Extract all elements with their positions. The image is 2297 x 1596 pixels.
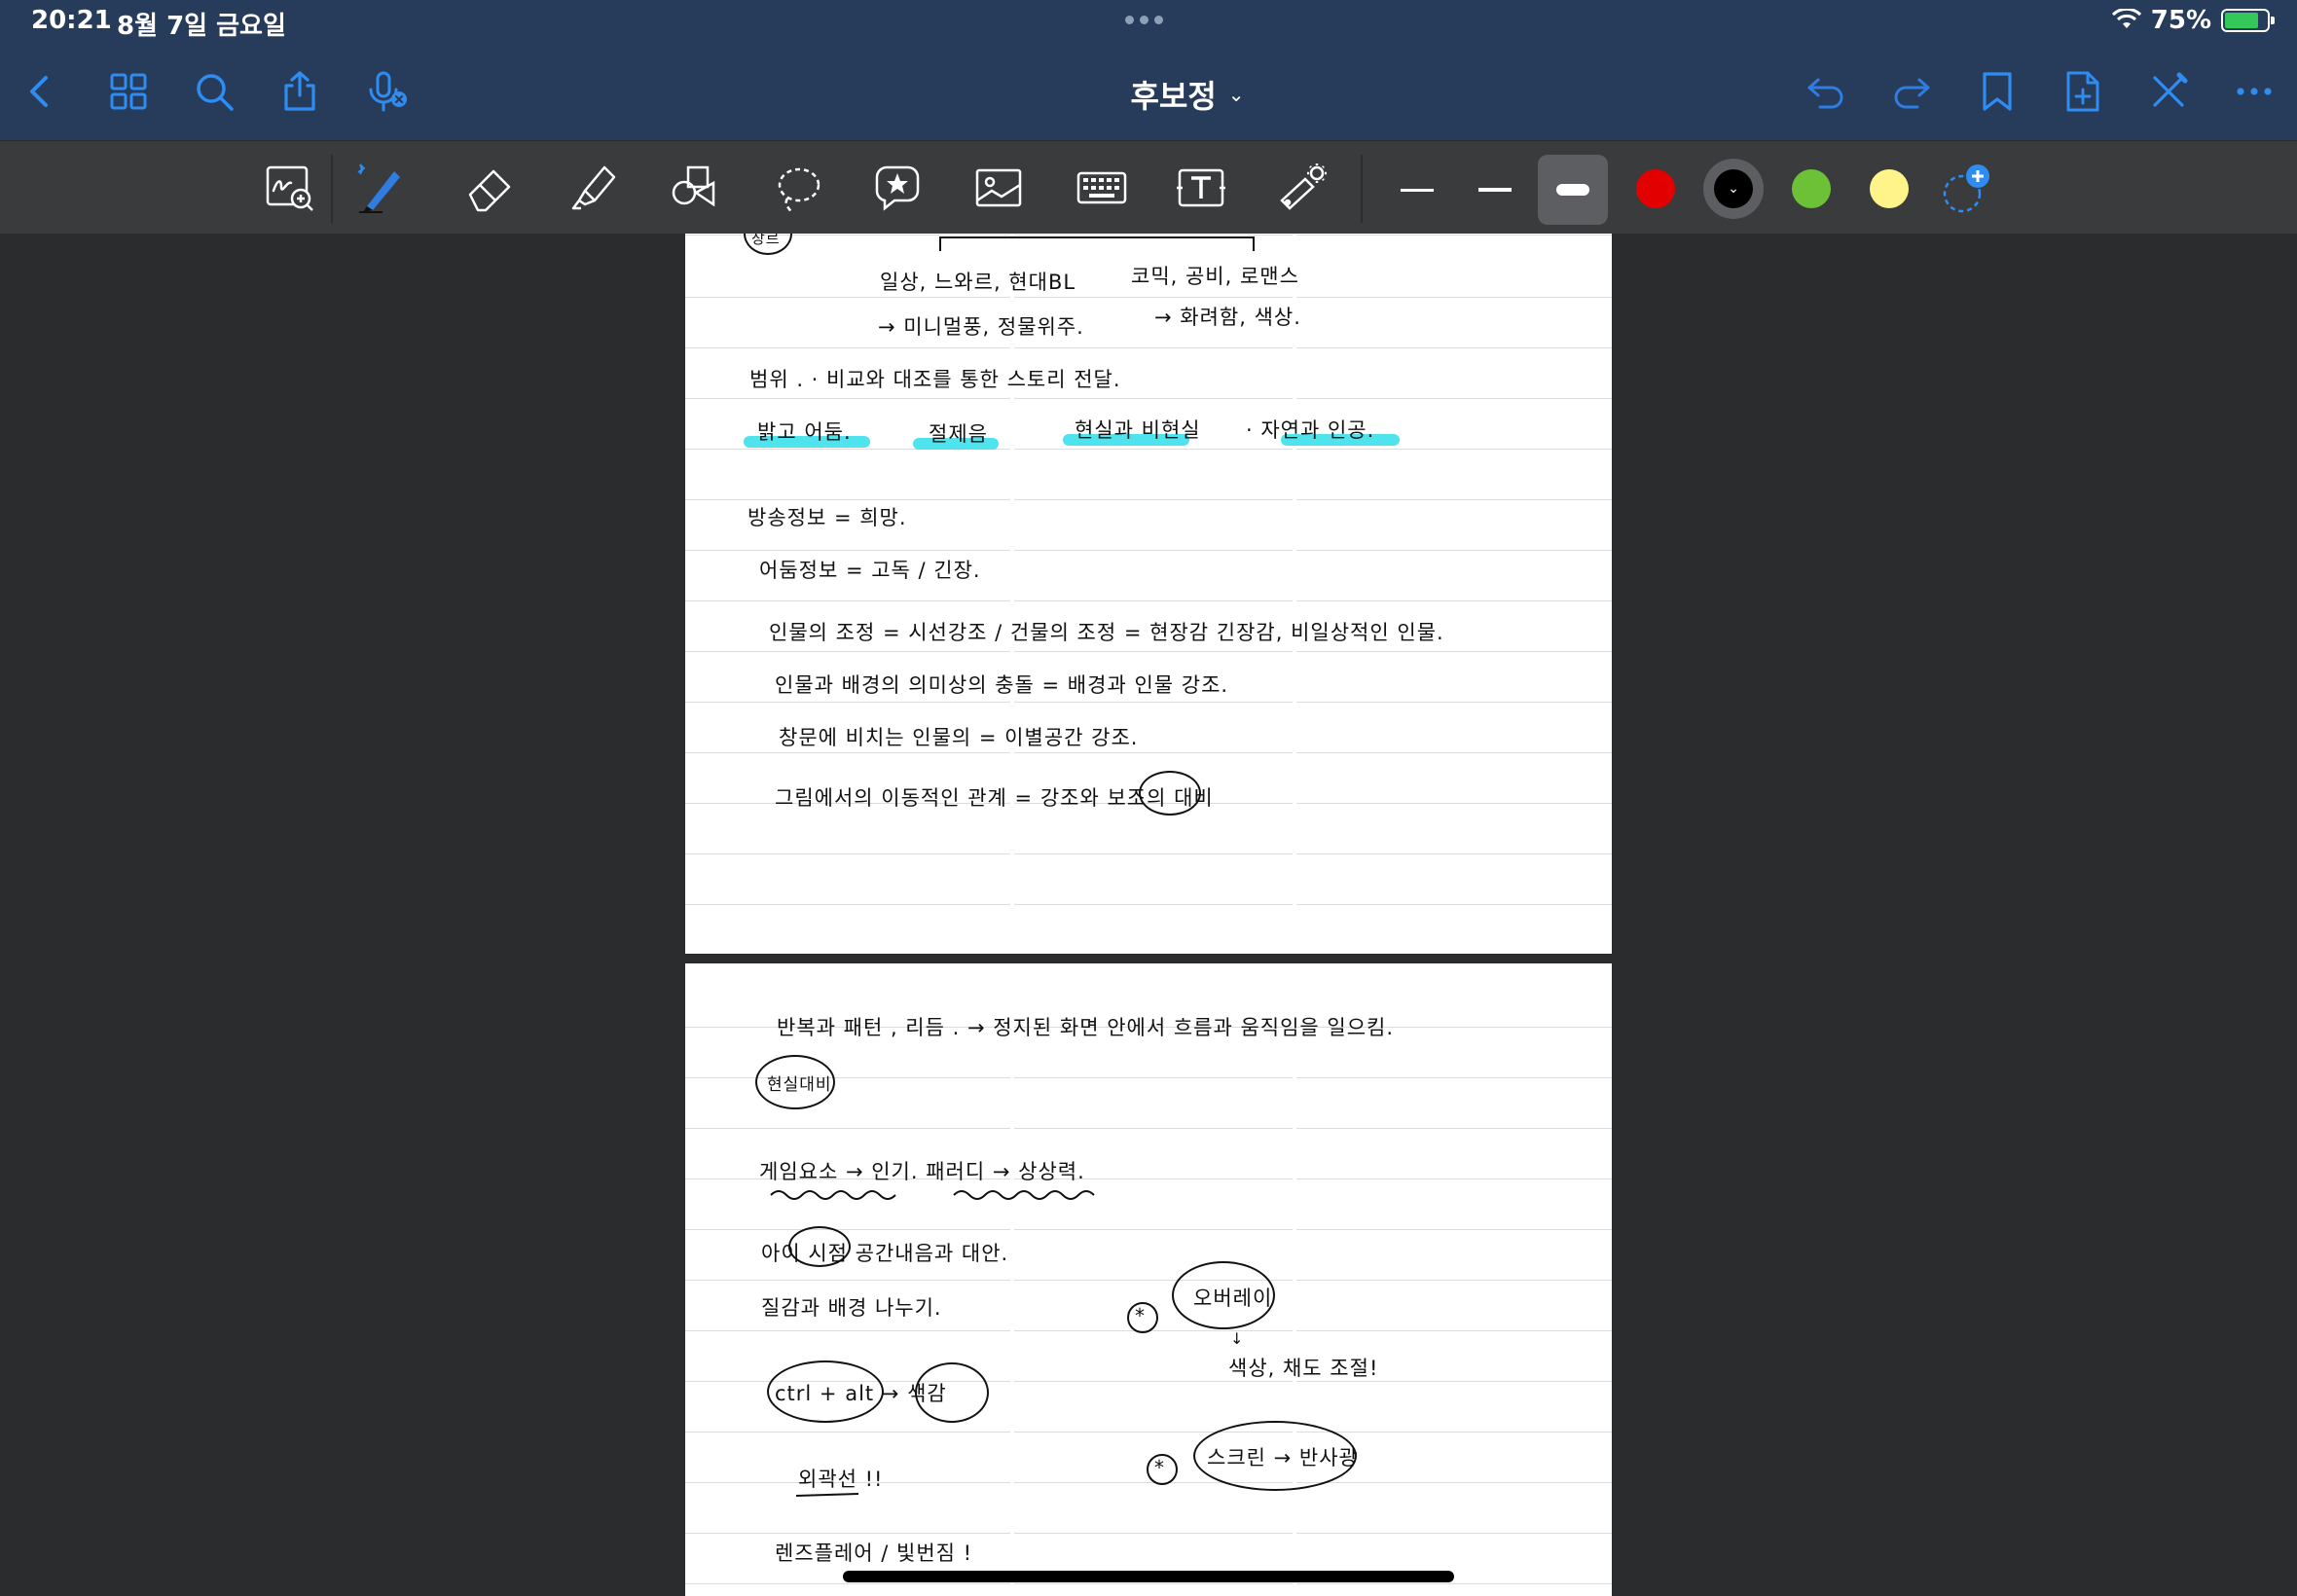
column-gap [1293,234,1296,954]
status-date: 8월 7일 금요일 [117,12,286,41]
arrow-glyph: ↓ [1230,1329,1245,1348]
lasso-icon[interactable] [765,155,831,221]
battery-percent: 75% [2150,6,2211,35]
handwritten-line: 게임요소 → 인기. 패러디 → 상상력. [759,1160,1085,1183]
handwritten-line: 색상, 채도 조절! [1228,1357,1379,1380]
handwritten-line: 방송정보 = 희망. [747,506,907,529]
wifi-icon [2111,9,2141,28]
microphone-icon[interactable] [362,66,413,117]
add-color-icon[interactable] [1937,161,1995,219]
color-swatch-green[interactable] [1781,159,1841,219]
grid-view-icon[interactable] [103,66,154,117]
ruled-lines [685,234,1612,954]
handwritten-line: 인물과 배경의 의미상의 충돌 = 배경과 인물 강조. [775,673,1229,697]
column-gap [1293,963,1296,1596]
drawing-toolbar: ⌄ [0,140,2297,234]
image-icon[interactable] [966,155,1032,221]
shapes-icon[interactable] [662,155,728,221]
color-swatch-black[interactable]: ⌄ [1703,159,1764,219]
handwritten-line: 렌즈플레어 / 빛번짐 ! [775,1542,973,1565]
circled-note [915,1362,989,1423]
handwritten-line: → 미니멀풍, 정물위주. [878,315,1084,339]
handwritten-line: 현실과 비현실 [1075,418,1201,442]
battery-icon [2221,9,2275,32]
back-chevron-icon[interactable] [16,66,66,117]
more-options-icon[interactable] [2229,66,2279,117]
multitasking-dots[interactable] [1125,16,1163,24]
handwritten-line: 스크린 → 반사광 [1207,1446,1359,1469]
status-time: 20:21 [31,6,112,35]
line-width-thick[interactable] [1538,155,1608,225]
home-indicator[interactable] [843,1571,1454,1582]
asterisk-glyph: * [1154,1456,1165,1479]
line-width-thin[interactable] [1382,155,1452,225]
circled-genre-label: 장르 [751,234,781,247]
underline-mark [795,1493,859,1497]
toolbar-divider [1361,155,1363,223]
zoom-window-icon[interactable] [257,155,323,221]
document-title-button[interactable]: 후보정 ⌄ [1051,72,1324,117]
handwritten-line: 코믹, 공비, 로맨스 [1131,265,1299,288]
wavy-underline [770,1190,1095,1200]
keyboard-icon[interactable] [1069,155,1135,221]
close-pen-icon[interactable] [2143,66,2194,117]
handwritten-line: 일상, 느와르, 현대BL [880,271,1076,294]
pen-tool-icon[interactable] [346,155,413,221]
notebook-page-1[interactable]: 장르 일상, 느와르, 현대BL → 미니멀풍, 정물위주. 코믹, 공비, 로… [685,234,1612,954]
column-gap [1010,234,1014,954]
handwritten-line: 절제음 [929,422,988,446]
chevron-down-icon: ⌄ [1227,83,1245,106]
handwritten-line: 범위 . · 비교와 대조를 통한 스토리 전달. [749,368,1121,391]
handwritten-line: 어둠정보 = 고독 / 긴장. [759,559,981,582]
handwritten-line: · 자연과 인공. [1246,418,1375,442]
line-width-medium[interactable] [1460,155,1530,225]
sticker-icon[interactable] [864,155,930,221]
handwritten-line: 반복과 패턴 , 리듬 . → 정지된 화면 안에서 흐름과 움직임을 일으킴. [777,1016,1395,1039]
handwritten-line: → 화려함, 색상. [1154,306,1301,329]
toolbar-divider [331,155,333,223]
circled-note [1139,771,1201,816]
handwritten-line: 인물의 조정 = 시선강조 / 건물의 조정 = 현장감 긴장감, 비일상적인 … [769,621,1444,644]
search-icon[interactable] [189,66,239,117]
chevron-down-icon: ⌄ [1728,181,1739,197]
redo-icon[interactable] [1886,66,1937,117]
document-title: 후보정 [1130,78,1217,115]
ruled-lines [685,963,1612,1596]
share-icon[interactable] [274,66,325,117]
handwritten-line: 외곽선 !! [798,1468,884,1491]
handwritten-line: 질감과 배경 나누기. [761,1296,942,1320]
handwritten-line: 밝고 어둠. [757,420,852,444]
undo-icon[interactable] [1801,66,1851,117]
add-page-icon[interactable] [2058,66,2108,117]
handwritten-line: 오버레이 [1193,1287,1273,1310]
notebook-page-2[interactable]: 반복과 패턴 , 리듬 . → 정지된 화면 안에서 흐름과 움직임을 일으킴.… [685,963,1612,1596]
laser-pointer-icon[interactable] [1269,155,1335,221]
handwritten-line: 현실대비 [767,1075,832,1095]
status-right: 75% [2111,6,2275,35]
highlighter-icon[interactable] [561,155,627,221]
handwritten-line: 창문에 비치는 인물의 = 이별공간 강조. [779,726,1139,749]
column-gap [1010,963,1014,1596]
color-swatch-yellow[interactable] [1859,159,1919,219]
top-bar: 20:21 8월 7일 금요일 75% 후보정 ⌄ [0,0,2297,140]
text-box-icon[interactable] [1168,155,1234,221]
bookmark-icon[interactable] [1972,66,2023,117]
circled-note [788,1226,851,1267]
color-swatch-red[interactable] [1625,159,1686,219]
asterisk-glyph: * [1135,1304,1146,1327]
bracket-lines [939,236,1255,251]
eraser-icon[interactable] [457,155,524,221]
